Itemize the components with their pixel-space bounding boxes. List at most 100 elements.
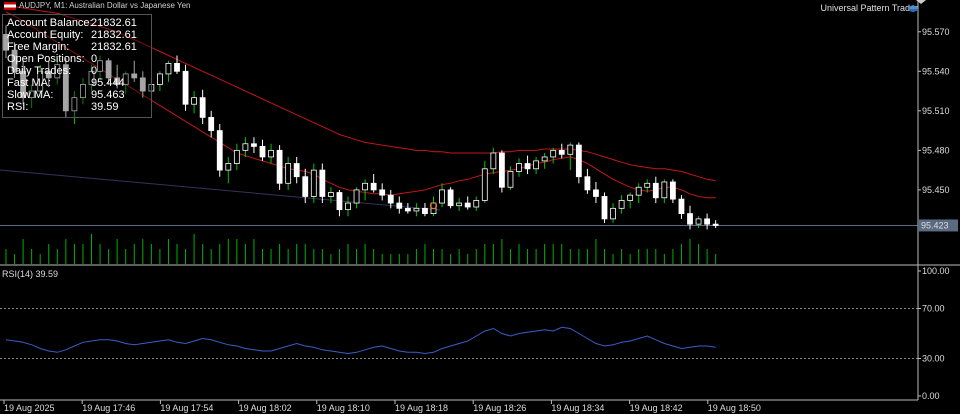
bull-candle	[627, 194, 634, 201]
bear-candle	[558, 149, 565, 155]
info-label: Fast MA:	[7, 77, 52, 89]
bear-candle	[216, 130, 223, 171]
bull-candle	[353, 189, 360, 204]
rsi-indicator-label: RSI(14) 39.59	[2, 269, 59, 279]
rsi-tick-label: 0.00	[922, 391, 940, 401]
time-tick-label: 19 Aug 18:02	[239, 403, 292, 413]
bull-candle	[490, 152, 497, 170]
bear-candle	[276, 149, 283, 184]
bull-candle	[439, 189, 445, 204]
info-row-balance: Account Balance:21832.61	[7, 17, 137, 29]
bull-candle	[191, 97, 198, 105]
bull-candle	[695, 218, 702, 225]
expert-advisor-name: Universal Pattern Trader	[820, 3, 918, 13]
bull-candle	[507, 171, 514, 188]
info-value: 21832.61	[91, 41, 137, 53]
bear-candle	[652, 182, 659, 199]
info-value: 95.444	[91, 77, 125, 89]
info-value: 21832.61	[91, 17, 137, 29]
info-row-daily-trades: Daily Trades: 0	[7, 65, 97, 77]
bear-candle	[498, 152, 505, 188]
bull-candle	[327, 192, 334, 197]
bear-candle	[422, 207, 428, 214]
volume-pane	[5, 234, 717, 264]
bull-candle	[242, 143, 249, 151]
bear-candle	[174, 62, 180, 72]
info-row-rsi: RSI: 39.59	[7, 101, 119, 113]
bear-candle	[712, 223, 719, 226]
bear-candle	[447, 189, 454, 207]
info-value: 95.463	[91, 89, 125, 101]
rsi-pane[interactable]	[0, 308, 918, 359]
rsi-tick-label: 100.00	[922, 266, 950, 276]
info-label: Open Positions:	[7, 53, 85, 65]
bear-candle	[336, 192, 343, 211]
bear-candle	[259, 145, 266, 158]
bull-candle	[533, 160, 539, 170]
info-row-open-positions: Open Positions: 0	[7, 53, 97, 65]
info-value: 0	[91, 65, 98, 77]
bear-candle	[396, 202, 403, 209]
bear-candle	[704, 218, 710, 225]
price-tick-label: 95.510	[922, 106, 950, 116]
bear-candle	[678, 198, 685, 214]
bull-candle	[481, 168, 488, 201]
time-tick-label: 19 Aug 2025	[4, 403, 55, 413]
info-row-free-margin: Free Margin: 21832.61	[7, 41, 137, 53]
bull-candle	[661, 181, 668, 199]
info-value: 21832.61	[91, 29, 137, 41]
bull-candle	[644, 182, 651, 188]
bull-candle	[610, 207, 616, 220]
symbol-flag-icon	[4, 1, 16, 10]
bull-candle	[413, 207, 420, 212]
bear-candle	[370, 182, 377, 191]
price-tick-label: 95.570	[922, 27, 950, 37]
time-tick-label: 19 Aug 18:10	[317, 403, 370, 413]
bull-candle	[362, 182, 369, 191]
bull-candle	[268, 149, 274, 158]
chart-title: AUDJPY, M1: Australian Dollar vs Japanes…	[4, 1, 191, 10]
price-tick-label: 95.480	[922, 145, 950, 155]
bull-candle	[618, 200, 625, 209]
bear-candle	[575, 144, 582, 178]
bear-candle	[251, 143, 257, 147]
bear-candle	[524, 163, 531, 170]
current-price-label: 95.423	[921, 220, 949, 230]
info-label: Free Margin:	[7, 41, 70, 53]
info-label: Daily Trades:	[7, 65, 72, 77]
time-tick-label: 19 Aug 18:26	[473, 403, 526, 413]
time-tick-label: 19 Aug 18:42	[630, 403, 683, 413]
time-tick-label: 19 Aug 18:18	[395, 403, 448, 413]
bear-candle	[208, 117, 215, 131]
bear-candle	[593, 189, 599, 197]
bear-candle	[404, 207, 411, 212]
bull-candle	[456, 202, 463, 207]
info-row-slow-ma: Slow MA: 95.463	[7, 89, 125, 101]
bull-candle	[165, 62, 172, 75]
bear-candle	[319, 169, 326, 197]
bull-candle	[285, 163, 292, 184]
bull-candle	[345, 202, 351, 211]
bull-candle	[541, 156, 548, 162]
bull-candle	[567, 144, 574, 155]
bull-candle	[225, 163, 232, 171]
bull-candle	[635, 186, 642, 196]
rsi-tick-label: 30.00	[922, 354, 945, 364]
rsi-tick-label: 70.00	[922, 304, 945, 314]
price-tick-label: 95.450	[922, 185, 950, 195]
bear-candle	[687, 213, 693, 225]
bull-candle	[156, 73, 163, 85]
info-value: 0	[91, 53, 98, 65]
bear-candle	[199, 97, 206, 118]
info-label: Account Balance:	[7, 17, 93, 29]
bear-candle	[584, 176, 591, 191]
expert-advisor-hat-icon[interactable]	[906, 3, 920, 13]
bull-candle	[550, 149, 557, 158]
info-value: 39.59	[91, 101, 119, 113]
bull-candle	[310, 169, 317, 197]
info-row-fast-ma: Fast MA: 95.444	[7, 77, 125, 89]
bear-candle	[601, 196, 608, 220]
bear-candle	[302, 176, 309, 197]
rsi-line	[5, 326, 716, 355]
bear-candle	[670, 181, 676, 200]
